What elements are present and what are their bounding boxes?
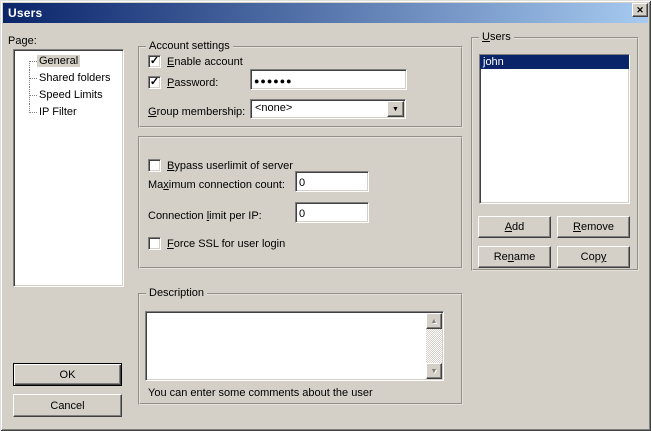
enable-account-checkbox[interactable]: ✓ [148, 55, 161, 68]
cancel-button[interactable]: Cancel [13, 394, 122, 417]
connection-limits-group: Bypass userlimit of server Maximum conne… [138, 136, 463, 269]
user-list-item[interactable]: john [480, 55, 629, 69]
add-button[interactable]: Add [478, 216, 551, 238]
password-checkbox[interactable]: ✓ [148, 76, 161, 89]
tree-item-label: General [37, 55, 80, 67]
users-group: Users john Add Remove Rename Copy [471, 37, 639, 271]
ip-limit-label: Connection limit per IP: [148, 210, 262, 223]
tree-item-label: Speed Limits [37, 89, 105, 101]
description-hint: You can enter some comments about the us… [148, 387, 373, 400]
force-ssl-checkbox[interactable] [148, 237, 161, 250]
max-connections-input[interactable] [295, 171, 369, 192]
group-membership-select[interactable]: <none> ▼ [250, 99, 406, 119]
tree-item-general[interactable]: General [14, 53, 123, 70]
max-connections-label: Maximum connection count: [148, 179, 285, 192]
scroll-up-button[interactable]: ▲ [426, 313, 442, 329]
users-dialog: Users ✕ Page: General Shared folders Speed… [0, 0, 651, 431]
account-settings-group: Account settings ✓ Enable account ✓ Pass… [138, 46, 463, 128]
tree-connector [30, 112, 37, 113]
force-ssl-label: Force SSL for user login [167, 238, 285, 251]
group-membership-value: <none> [255, 102, 292, 114]
description-textarea[interactable] [147, 313, 425, 379]
description-group: Description ▲ ▼ You can enter some comme… [138, 293, 463, 405]
tree-item-speed-limits[interactable]: Speed Limits [14, 87, 123, 104]
close-icon: ✕ [636, 6, 644, 15]
tree-connector [29, 61, 30, 70]
bypass-userlimit-checkbox[interactable] [148, 159, 161, 172]
scroll-down-icon: ▼ [431, 368, 438, 375]
group-membership-label: Group membership: [148, 106, 245, 119]
remove-button[interactable]: Remove [557, 216, 630, 238]
tree-item-shared-folders[interactable]: Shared folders [14, 70, 123, 87]
password-input[interactable] [250, 69, 407, 90]
dropdown-button[interactable]: ▼ [387, 101, 404, 117]
tree-connector [30, 78, 37, 79]
tree-item-label: Shared folders [37, 72, 113, 84]
tree-item-ip-filter[interactable]: IP Filter [14, 104, 123, 121]
users-title: Users [479, 31, 514, 44]
description-title: Description [146, 287, 207, 300]
bypass-userlimit-label: Bypass userlimit of server [167, 160, 293, 173]
tree-item-label: IP Filter [37, 106, 79, 118]
window-title: Users [3, 6, 42, 20]
scroll-down-button[interactable]: ▼ [426, 363, 442, 379]
description-scrollbar[interactable]: ▲ ▼ [426, 313, 442, 379]
account-settings-title: Account settings [146, 40, 233, 53]
password-label: Password: [167, 77, 218, 90]
ip-limit-input[interactable] [295, 202, 369, 223]
page-tree[interactable]: General Shared folders Speed Limits IP Filt… [13, 49, 124, 287]
titlebar[interactable]: Users [3, 3, 648, 23]
close-button[interactable]: ✕ [632, 3, 648, 17]
ok-button[interactable]: OK [13, 363, 122, 386]
tree-connector [30, 61, 37, 62]
enable-account-label: Enable account [167, 56, 243, 69]
page-label: Page: [8, 35, 37, 48]
rename-button[interactable]: Rename [478, 246, 551, 268]
copy-button[interactable]: Copy [557, 246, 630, 268]
description-field-frame: ▲ ▼ [145, 311, 444, 381]
chevron-down-icon: ▼ [392, 106, 399, 113]
tree-connector [30, 95, 37, 96]
users-listbox[interactable]: john [479, 54, 630, 204]
scroll-up-icon: ▲ [431, 318, 438, 325]
